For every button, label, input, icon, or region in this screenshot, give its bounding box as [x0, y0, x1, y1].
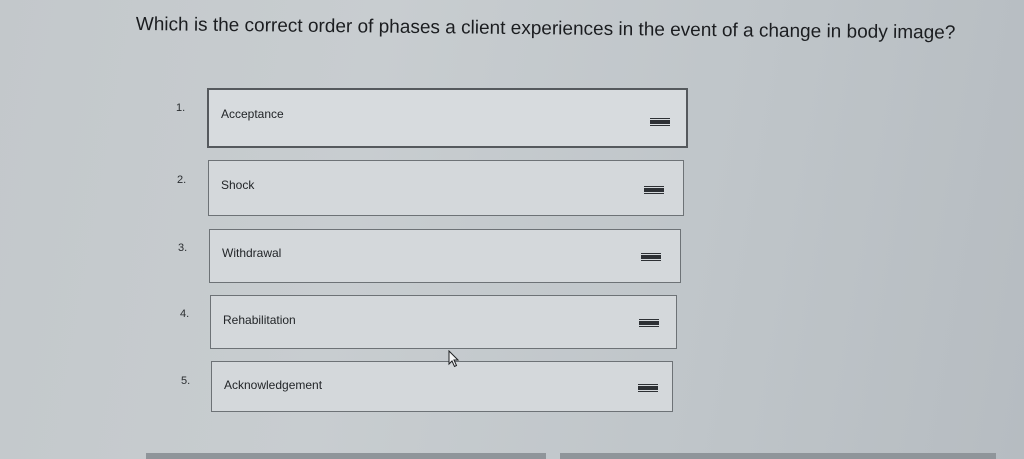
- ordering-item-box[interactable]: Rehabilitation: [210, 295, 677, 349]
- ordering-item-box[interactable]: Shock: [208, 160, 684, 216]
- item-number: 4.: [180, 308, 190, 320]
- drag-handle-icon[interactable]: [638, 384, 658, 392]
- item-label: Rehabilitation: [223, 313, 296, 327]
- item-label: Acknowledgement: [224, 378, 323, 392]
- ordering-item-box[interactable]: Acceptance: [207, 88, 688, 148]
- item-number: 1.: [176, 102, 186, 114]
- bottom-control-right[interactable]: [560, 453, 996, 459]
- ordering-item-box[interactable]: Withdrawal: [209, 229, 681, 283]
- item-number: 5.: [181, 375, 191, 387]
- drag-handle-icon[interactable]: [650, 118, 670, 126]
- item-label: Withdrawal: [222, 246, 282, 260]
- item-number: 2.: [177, 174, 187, 186]
- item-label: Shock: [221, 178, 255, 192]
- ordering-item-box[interactable]: Acknowledgement: [211, 361, 673, 412]
- item-number: 3.: [178, 242, 188, 254]
- mouse-pointer-icon: [448, 350, 460, 368]
- drag-handle-icon[interactable]: [641, 253, 661, 261]
- drag-handle-icon[interactable]: [644, 186, 664, 194]
- drag-handle-icon[interactable]: [639, 319, 659, 327]
- bottom-control-left[interactable]: [146, 453, 546, 459]
- item-label: Acceptance: [221, 107, 284, 121]
- question-text: Which is the correct order of phases a c…: [135, 13, 956, 44]
